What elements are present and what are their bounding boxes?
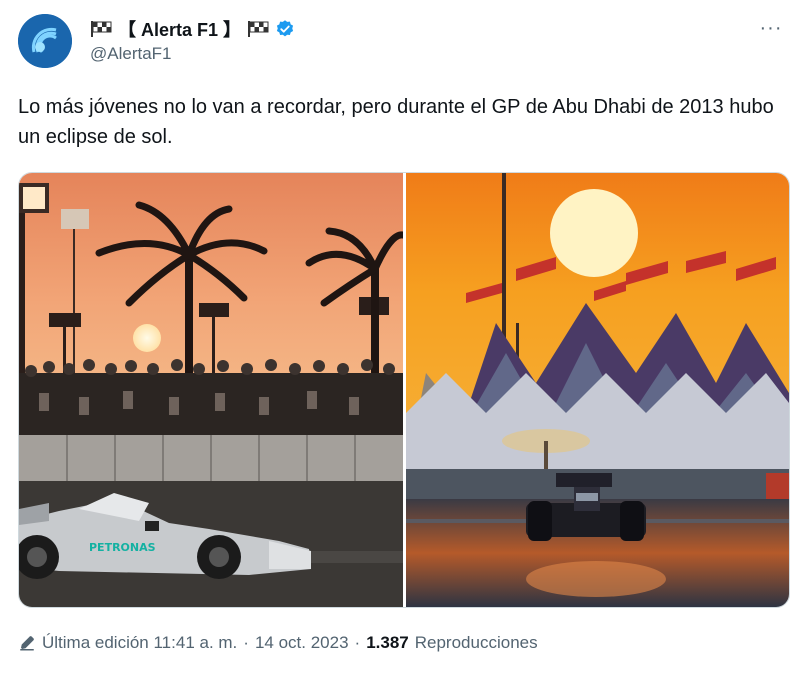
author-handle[interactable]: @AlertaF1 bbox=[90, 44, 172, 64]
meta-separator: · bbox=[354, 633, 361, 652]
edit-pencil-icon bbox=[20, 636, 34, 651]
tweet-meta: Última edición 11:41 a. m. · 14 oct. 202… bbox=[18, 630, 538, 656]
chequered-flag-icon bbox=[248, 21, 269, 37]
photo-right[interactable] bbox=[405, 173, 790, 607]
views-label: Reproducciones bbox=[414, 633, 538, 652]
author-display-name[interactable]: 【 Alerta F1 】 bbox=[118, 16, 241, 42]
views-count: 1.387 bbox=[366, 633, 409, 652]
avatar[interactable] bbox=[18, 14, 72, 68]
tweet-date[interactable]: 14 oct. 2023 bbox=[255, 633, 349, 653]
tweet: 【 Alerta F1 】 @AlertaF1 ··· Lo más jóven… bbox=[0, 0, 800, 674]
photo-left-image: PETRONAS bbox=[19, 173, 403, 607]
avatar-logo-icon bbox=[18, 14, 72, 68]
more-options-button[interactable]: ··· bbox=[756, 16, 786, 40]
chequered-flag-icon bbox=[91, 21, 112, 37]
tweet-text: Lo más jóvenes no lo van a recordar, per… bbox=[18, 96, 774, 148]
verified-badge-icon bbox=[276, 20, 294, 37]
last-edited-label[interactable]: Última edición 11:41 a. m. bbox=[42, 633, 237, 653]
svg-text:PETRONAS: PETRONAS bbox=[89, 541, 156, 554]
author-name-row[interactable]: 【 Alerta F1 】 bbox=[90, 16, 295, 42]
meta-separator: · bbox=[243, 633, 249, 652]
media-grid: PETRONAS bbox=[18, 172, 790, 608]
photo-left[interactable]: PETRONAS bbox=[19, 173, 403, 607]
photo-right-image bbox=[405, 173, 789, 607]
